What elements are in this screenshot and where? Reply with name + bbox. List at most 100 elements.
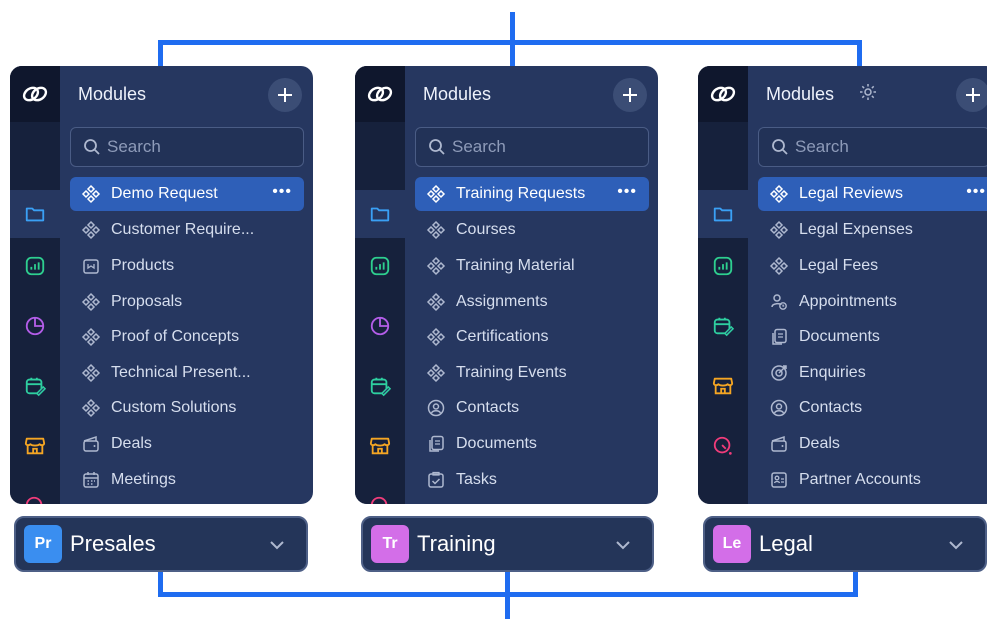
list-item[interactable]: Legal Reviews ••• [758, 177, 987, 211]
modules-title: Modules [766, 84, 835, 104]
store-icon[interactable] [368, 434, 392, 458]
module-icon [425, 255, 447, 277]
more-options-icon[interactable]: ••• [617, 183, 637, 201]
list-item-label: Products [111, 256, 175, 274]
more-options-icon[interactable]: ••• [966, 183, 986, 201]
search-placeholder: Search [107, 137, 161, 156]
workspace-switcher-legal[interactable]: Le Legal [703, 516, 987, 572]
list-item[interactable]: Documents [415, 426, 649, 462]
module-icon [80, 362, 102, 384]
analytics-icon[interactable] [711, 254, 735, 278]
list-item-label: Proof of Concepts [111, 328, 240, 346]
list-item[interactable]: Appointments [758, 284, 987, 320]
list-item[interactable]: Custom Solutions [70, 391, 304, 427]
list-item-label: Partner Accounts [799, 470, 921, 488]
workspace-switcher-training[interactable]: Tr Training [361, 516, 654, 572]
list-item-label: Enquiries [799, 363, 866, 381]
list-item[interactable]: Enquiries [758, 355, 987, 391]
search-input[interactable]: Search [70, 127, 304, 167]
folder-icon[interactable] [355, 190, 405, 238]
add-module-button[interactable] [956, 78, 987, 112]
list-item[interactable]: Customer Require... [70, 213, 304, 249]
search-ring-icon[interactable] [23, 494, 47, 504]
contact-icon [768, 397, 790, 419]
appointment-icon [768, 291, 790, 313]
list-item[interactable]: Training Events [415, 355, 649, 391]
list-item[interactable]: Documents [758, 319, 987, 355]
list-item[interactable]: Training Material [415, 248, 649, 284]
modules-list-area: Modules Search Training Requests ••• Courses… [405, 66, 658, 504]
module-icon [80, 291, 102, 313]
list-item-label: Custom Solutions [111, 399, 237, 417]
plus-icon [623, 88, 637, 102]
add-module-button[interactable] [268, 78, 302, 112]
folder-icon[interactable] [698, 190, 748, 238]
analytics-icon[interactable] [23, 254, 47, 278]
list-item[interactable]: Assignments [415, 284, 649, 320]
list-item-label: Certifications [456, 328, 549, 346]
module-icon [425, 219, 447, 241]
partner-icon [768, 469, 790, 491]
module-icon [768, 219, 790, 241]
app-rail [355, 66, 405, 504]
analytics-icon[interactable] [368, 254, 392, 278]
list-item[interactable]: Demo Request ••• [70, 177, 304, 211]
list-item-label: Contacts [799, 399, 863, 417]
folder-icon[interactable] [10, 190, 60, 238]
search-ring-icon[interactable] [368, 494, 392, 504]
list-item-label: Legal Expenses [799, 221, 913, 239]
list-item[interactable]: Contacts [758, 391, 987, 427]
list-item[interactable]: Proposals [70, 284, 304, 320]
list-item[interactable]: Legal Expenses [758, 213, 987, 249]
list-item[interactable]: Tasks [415, 462, 649, 498]
top-connector-left [158, 40, 163, 68]
search-icon [84, 139, 100, 155]
list-item-label: Assignments [456, 292, 548, 310]
app-logo-icon[interactable] [698, 66, 748, 122]
modules-list-area: Modules Search Legal Reviews ••• Legal Expen… [748, 66, 987, 504]
list-item[interactable]: Deals [758, 426, 987, 462]
workspace-switcher-presales[interactable]: Pr Presales [14, 516, 308, 572]
list-item[interactable]: Products [70, 248, 304, 284]
calendar-edit-icon[interactable] [368, 374, 392, 398]
calendar-edit-icon[interactable] [23, 374, 47, 398]
list-item[interactable]: Contacts [415, 391, 649, 427]
workspace-badge: Pr [24, 525, 62, 563]
app-logo-icon[interactable] [355, 66, 405, 122]
list-item[interactable]: Legal Fees [758, 248, 987, 284]
list-item[interactable]: Technical Present... [70, 355, 304, 391]
search-ring-icon[interactable] [711, 434, 735, 458]
workspace-name: Training [417, 531, 496, 556]
pie-icon[interactable] [368, 314, 392, 338]
modules-title: Modules [423, 84, 492, 104]
store-icon[interactable] [23, 434, 47, 458]
add-module-button[interactable] [613, 78, 647, 112]
list-item-label: Tasks [456, 470, 497, 488]
list-item-label: Technical Present... [111, 363, 251, 381]
pie-icon[interactable] [23, 314, 47, 338]
calendar-edit-icon[interactable] [711, 314, 735, 338]
list-item[interactable]: Proof of Concepts [70, 319, 304, 355]
list-item[interactable]: Training Requests ••• [415, 177, 649, 211]
list-item[interactable]: Certifications [415, 319, 649, 355]
search-icon [429, 139, 445, 155]
module-icon [80, 397, 102, 419]
wallet-icon [80, 433, 102, 455]
gear-icon[interactable] [858, 82, 878, 102]
more-options-icon[interactable]: ••• [272, 183, 292, 201]
list-item[interactable]: Partner Accounts [758, 462, 987, 498]
list-item-label: Proposals [111, 292, 183, 310]
list-item[interactable]: Meetings [70, 462, 304, 498]
list-item[interactable]: Deals [70, 426, 304, 462]
store-icon[interactable] [711, 374, 735, 398]
top-connector-right [857, 40, 862, 68]
list-item[interactable]: Courses [415, 213, 649, 249]
list-item-label: Deals [111, 434, 152, 452]
plus-icon [966, 88, 980, 102]
search-input[interactable]: Search [415, 127, 649, 167]
contact-icon [425, 397, 447, 419]
app-logo-icon[interactable] [10, 66, 60, 122]
calendar-icon [80, 469, 102, 491]
search-input[interactable]: Search [758, 127, 987, 167]
list-item-label: Customer Require... [111, 221, 255, 239]
